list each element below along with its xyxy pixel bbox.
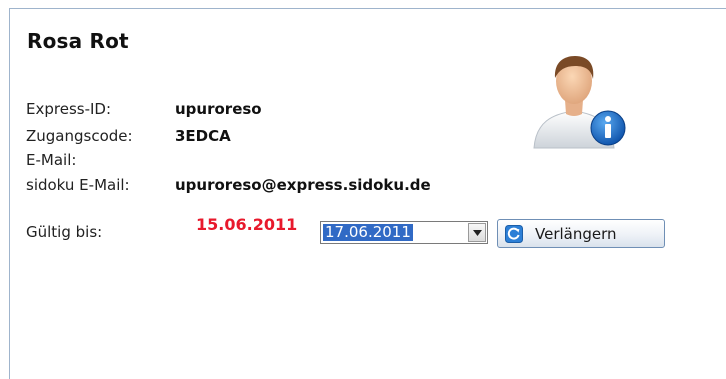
user-name: Rosa Rot bbox=[27, 29, 129, 53]
user-info-icon bbox=[533, 56, 626, 149]
extend-button-label: Verlängern bbox=[535, 224, 617, 243]
chevron-down-icon-glyph bbox=[472, 229, 482, 236]
valid-until-label: Gültig bis: bbox=[26, 223, 103, 241]
sidoku-email-value: upuroreso@express.sidoku.de bbox=[175, 176, 431, 194]
chevron-down-icon[interactable] bbox=[468, 223, 486, 242]
new-date-select[interactable]: 17.06.2011 bbox=[320, 221, 488, 244]
access-code-label: Zugangscode: bbox=[26, 127, 133, 145]
refresh-icon bbox=[505, 224, 523, 243]
new-date-value: 17.06.2011 bbox=[323, 223, 413, 241]
email-label: E-Mail: bbox=[26, 151, 77, 169]
sidoku-email-label: sidoku E-Mail: bbox=[26, 176, 130, 194]
extend-button[interactable]: Verlängern bbox=[497, 219, 665, 248]
access-code-value: 3EDCA bbox=[175, 127, 231, 145]
express-id-value: upuroreso bbox=[175, 100, 262, 118]
express-id-label: Express-ID: bbox=[26, 100, 112, 118]
expiry-date: 15.06.2011 bbox=[196, 215, 298, 234]
